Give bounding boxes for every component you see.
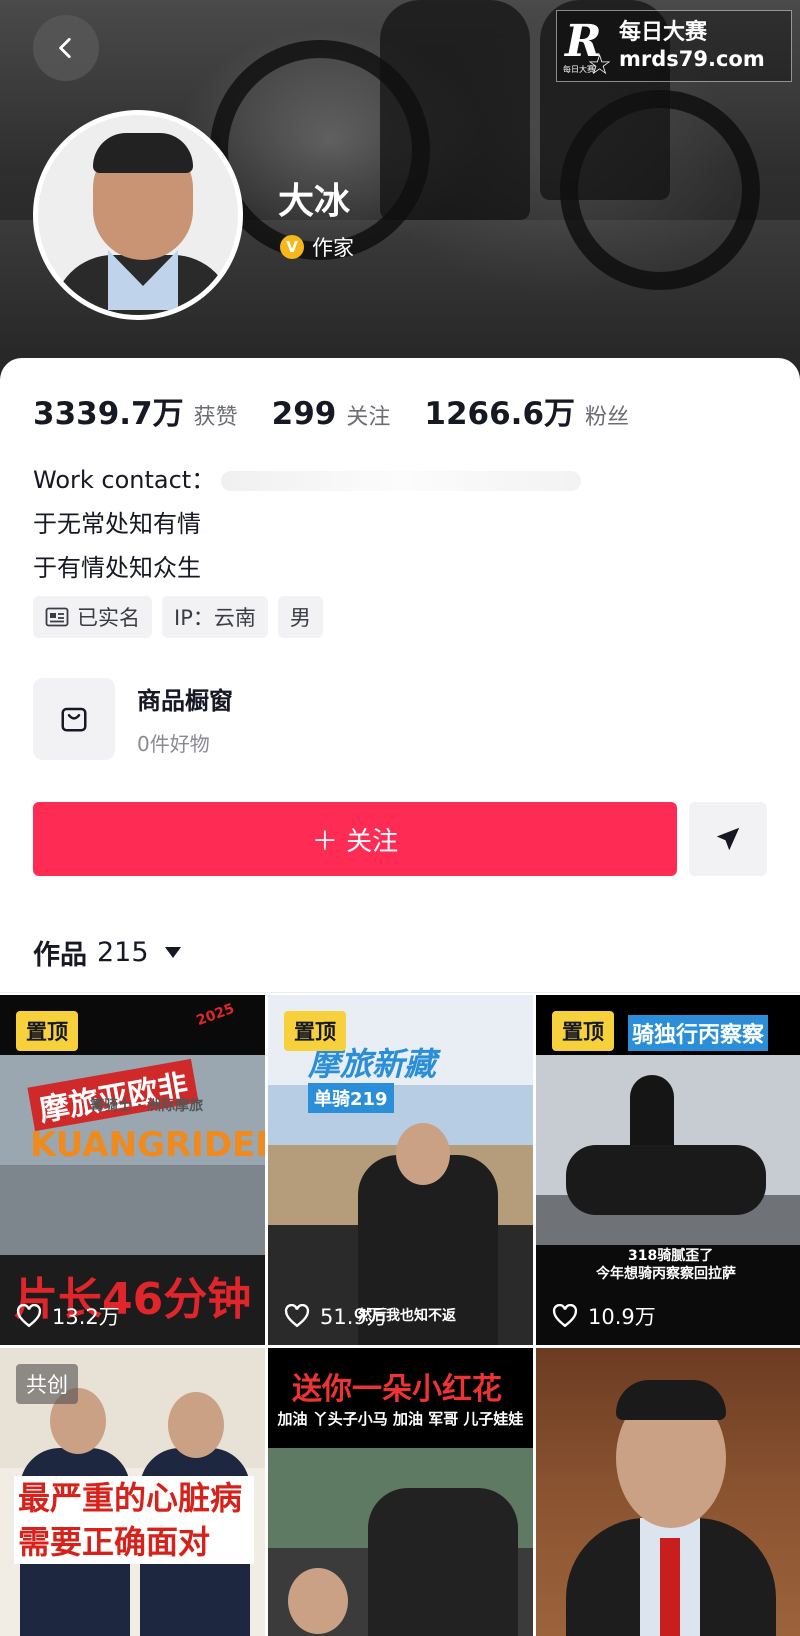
stat-followers-value: 1266.6万 (424, 396, 576, 432)
video-likes: 13.2万 (16, 1301, 120, 1331)
shopping-bag-icon (61, 707, 87, 732)
video-tile-2[interactable]: 摩旅新藏 单骑219 然后我也知不返 置顶 51.9万 (268, 995, 533, 1345)
tag-gender: 男 (277, 596, 323, 638)
video-tile-3[interactable]: 骑独行丙察察 318骑腻歪了 今年想骑丙察察回拉萨 置顶 10.9万 (536, 995, 800, 1345)
follow-button[interactable]: ＋ 关注 (33, 802, 677, 876)
stat-likes[interactable]: 3339.7万 获赞 (33, 388, 238, 433)
pinned-badge: 置顶 (16, 1011, 78, 1051)
divider (0, 992, 800, 993)
works-count: 215 (97, 937, 149, 968)
pinned-badge: 置顶 (284, 1011, 346, 1051)
profile-stats: 3339.7万 获赞 299 关注 1266.6万 粉丝 (33, 388, 663, 433)
watermark-title: 每日大赛 (619, 20, 708, 46)
video-likes-count: 13.2万 (52, 1305, 120, 1329)
shop-subtitle: 0件好物 (137, 732, 210, 756)
stat-followers-label: 粉丝 (585, 405, 630, 430)
shop-window[interactable]: 商品橱窗 0件好物 (33, 678, 233, 760)
watermark-logo-small: 每日大赛 (563, 65, 595, 74)
bio-line-2: 于无常处知有情 (33, 510, 201, 538)
video-tile-1[interactable]: 2025 摩旅亚欧非 篝骑士 · 洲际摩旅 KUANGRIDER 片长46分钟 … (0, 995, 265, 1345)
stat-likes-value: 3339.7万 (33, 396, 184, 432)
verified-label: 作家 (312, 236, 354, 260)
video-tile-6[interactable] (536, 1348, 800, 1636)
stat-following-label: 关注 (346, 405, 391, 430)
cover-subtitle: 加油 丫头子小马 加油 军哥 儿子娃娃 (277, 1410, 524, 1428)
video-likes: 51.9万 (284, 1301, 388, 1331)
stat-following-value: 299 (271, 396, 337, 432)
heart-icon (16, 1304, 42, 1328)
heart-icon (552, 1304, 578, 1328)
bio-line-3: 于有情处知众生 (33, 554, 201, 582)
cocreate-badge: 共创 (16, 1364, 78, 1404)
cover-caption-1: 318骑腻歪了 (628, 1248, 714, 1264)
watermark-url: mrds79.com (619, 46, 765, 71)
watermark-logo: R ☆ 每日大赛 (561, 14, 613, 81)
tag-ip-location-label: IP：云南 (174, 606, 256, 630)
shop-icon-box[interactable] (33, 678, 115, 760)
share-button[interactable] (689, 802, 767, 876)
stat-likes-label: 获赞 (193, 405, 238, 430)
cover-subtitle: 篝骑士 · 洲际摩旅 (90, 1098, 204, 1114)
profile-tags: 已实名 IP：云南 男 (33, 596, 323, 638)
banner-rider (380, 0, 530, 220)
works-label: 作品 (33, 940, 87, 971)
avatar[interactable] (33, 110, 243, 320)
cover-caption-2: 今年想骑丙察察回拉萨 (596, 1266, 736, 1282)
cover-badge: 单骑219 (308, 1083, 394, 1113)
tag-verified-identity: 已实名 (33, 596, 152, 638)
video-tile-5[interactable]: 送你一朵小红花 加油 丫头子小马 加油 军哥 儿子娃娃 (268, 1348, 533, 1636)
cover-title: 骑独行丙察察 (628, 1015, 769, 1051)
verified-icon: V (280, 235, 304, 259)
cover-year: 2025 (194, 1000, 237, 1030)
bio-line-1: Work contact： (33, 466, 216, 494)
tag-gender-label: 男 (289, 606, 311, 630)
stat-followers[interactable]: 1266.6万 粉丝 (424, 388, 629, 433)
tag-ip-location: IP：云南 (162, 596, 268, 638)
video-likes-count: 10.9万 (588, 1305, 656, 1329)
send-icon (716, 827, 740, 851)
watermark: R ☆ 每日大赛 每日大赛 mrds79.com (556, 10, 792, 82)
profile-nickname: 大冰 (278, 181, 351, 222)
profile-bio: Work contact： 于无常处知有情 于有情处知众生 (33, 458, 582, 590)
heart-icon (284, 1304, 310, 1328)
id-card-icon (45, 607, 69, 627)
chevron-left-icon (59, 37, 71, 59)
video-likes: 10.9万 (552, 1301, 656, 1331)
video-likes-count: 51.9万 (320, 1305, 388, 1329)
pinned-badge: 置顶 (552, 1011, 614, 1051)
redacted-contact (221, 471, 582, 491)
tag-verified-identity-label: 已实名 (77, 606, 140, 630)
back-button[interactable] (33, 15, 99, 81)
cover-title: 送你一朵小红花 (292, 1372, 502, 1407)
stat-following[interactable]: 299 关注 (272, 396, 391, 432)
verified-badge: V 作家 (280, 232, 354, 262)
works-tab[interactable]: 作品 215 (33, 933, 181, 972)
cover-title: 最严重的心脏病需要正确面对 (14, 1476, 254, 1564)
video-tile-4[interactable]: 最严重的心脏病需要正确面对 共创 (0, 1348, 265, 1636)
caret-down-icon (164, 947, 181, 958)
shop-title: 商品橱窗 (137, 687, 233, 715)
cover-brand: KUANGRIDER (30, 1125, 265, 1165)
